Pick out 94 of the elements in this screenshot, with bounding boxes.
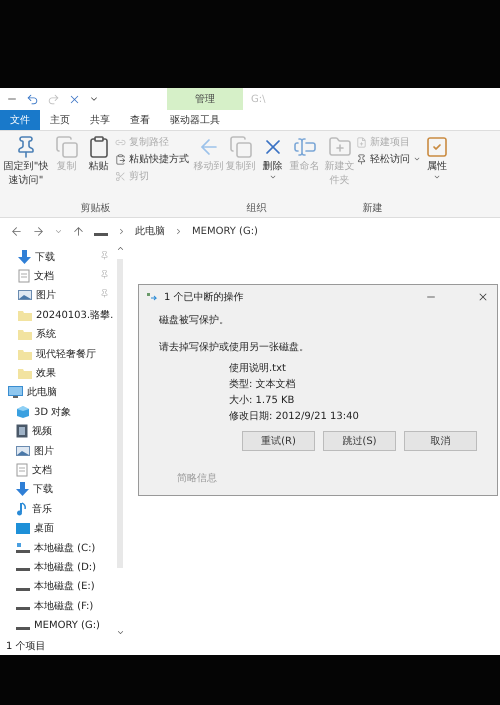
copy-icon xyxy=(54,135,78,159)
nav-item[interactable]: 本地磁盘 (F:) xyxy=(34,598,94,613)
ribbon-tab[interactable]: 文件 xyxy=(0,110,40,130)
nav-item[interactable]: 本地磁盘 (C:) xyxy=(34,540,96,555)
close-icon xyxy=(477,291,489,303)
ribbon-button[interactable]: 删除 xyxy=(257,135,288,201)
nav-item[interactable]: 下载 xyxy=(33,482,53,496)
breadcrumb[interactable]: MEMORY (G:) xyxy=(192,226,258,236)
redo-icon xyxy=(47,92,60,106)
dialog-button[interactable]: 跳过(S) xyxy=(323,431,396,451)
nav-item[interactable]: 效果 xyxy=(36,366,56,380)
nav-item[interactable]: 图片 xyxy=(34,444,54,458)
nav-item[interactable]: 系统 xyxy=(36,327,56,342)
nav-item[interactable]: 下载 xyxy=(35,250,55,264)
drive-icon xyxy=(16,542,30,554)
chevron-down-icon xyxy=(116,628,124,637)
dialog-title: 1 个已中断的操作 xyxy=(164,290,245,304)
nav-item[interactable]: 本地磁盘 (D:) xyxy=(34,560,96,574)
paste-icon xyxy=(115,154,126,164)
group-label: 新建 xyxy=(362,202,384,216)
back-icon xyxy=(10,224,23,238)
drive-icon xyxy=(16,568,30,572)
music-note-icon xyxy=(16,502,28,516)
picture-icon xyxy=(18,289,32,302)
nav-item[interactable]: 20240103.骆攀. xyxy=(36,308,114,322)
file-plus-icon xyxy=(356,136,367,148)
dialog-button[interactable]: 重试(R) xyxy=(242,431,315,451)
context-tab[interactable]: 管理 xyxy=(167,88,243,110)
file-detail: 修改日期: 2012/9/21 13:40 xyxy=(229,410,360,423)
copy-icon xyxy=(228,135,252,159)
folder-plus-icon xyxy=(328,135,352,159)
ribbon-tab[interactable]: 主页 xyxy=(40,110,80,130)
ribbon-button[interactable]: 粘贴 xyxy=(83,135,114,201)
nav-item[interactable]: 桌面 xyxy=(34,521,54,536)
instruction-text: 请去掉写保护或使用另一张磁盘。 xyxy=(159,340,310,354)
up-icon xyxy=(72,224,85,238)
ribbon-button[interactable]: 固定到"快速访问" xyxy=(2,135,50,201)
file-detail: 类型: 文本文档 xyxy=(229,378,297,391)
ribbon-tab[interactable]: 查看 xyxy=(120,110,160,130)
ribbon-button[interactable]: 粘贴快捷方式 xyxy=(115,152,189,166)
forward-icon xyxy=(32,224,45,238)
chevron-right-icon xyxy=(174,226,183,236)
status-text: 1 个项目 xyxy=(0,637,500,655)
dialog-button[interactable]: 取消 xyxy=(404,431,477,451)
nav-item[interactable]: 此电脑 xyxy=(27,385,57,400)
caret-icon xyxy=(433,173,441,181)
file-detail: 大小: 1.75 KB xyxy=(229,394,296,407)
folder-icon xyxy=(18,367,32,380)
nav-item[interactable]: 文档 xyxy=(34,269,54,284)
file-detail: 使用说明.txt xyxy=(229,362,287,375)
group-label: 组织 xyxy=(246,202,268,216)
desktop-icon xyxy=(16,522,30,534)
nav-item[interactable]: 文档 xyxy=(32,462,52,477)
check-box-icon xyxy=(425,135,449,159)
breadcrumb[interactable]: 此电脑 xyxy=(135,224,165,238)
ribbon-button[interactable]: 轻松访问 xyxy=(356,152,421,166)
nav-item[interactable]: 3D 对象 xyxy=(34,404,72,419)
folder-icon xyxy=(18,308,32,321)
drive-icon xyxy=(94,232,108,236)
film-icon xyxy=(16,424,28,438)
pin-icon xyxy=(356,154,367,164)
caret-icon xyxy=(413,155,421,163)
scrollbar[interactable] xyxy=(114,244,126,637)
nav-item[interactable]: 图片 xyxy=(36,288,56,302)
monitor-icon xyxy=(8,386,23,399)
message-text: 磁盘被写保护。 xyxy=(159,314,230,327)
drive-icon xyxy=(16,588,30,591)
drive-icon xyxy=(16,607,30,610)
group-label: 剪贴板 xyxy=(80,202,112,216)
cube-icon xyxy=(16,404,30,419)
folder-icon xyxy=(18,328,32,340)
undo-icon xyxy=(26,92,39,106)
ribbon-button[interactable]: 属性 xyxy=(425,135,449,217)
folder-icon xyxy=(18,348,32,360)
scissors-icon xyxy=(115,170,126,182)
rename-icon xyxy=(292,135,316,159)
document-icon xyxy=(18,269,30,284)
drive-icon xyxy=(16,626,30,630)
nav-item[interactable]: 音乐 xyxy=(32,502,52,516)
chevron-right-icon xyxy=(117,226,126,236)
ribbon-tab[interactable]: 驱动器工具 xyxy=(160,110,230,130)
nav-item[interactable]: 视频 xyxy=(32,424,52,438)
window-title: G:\ xyxy=(251,94,266,104)
nav-item[interactable]: MEMORY (G:) xyxy=(34,620,100,631)
download-arrow-icon xyxy=(16,482,29,496)
picture-icon xyxy=(16,444,30,457)
download-arrow-icon xyxy=(18,250,31,264)
move-icon xyxy=(147,293,159,301)
nav-item[interactable]: 现代轻奢餐厅 xyxy=(36,346,96,361)
nav-item[interactable]: 本地磁盘 (E:) xyxy=(34,579,95,594)
chevron-up-icon xyxy=(116,244,124,253)
document-icon xyxy=(16,462,28,477)
ribbon-tab[interactable]: 共享 xyxy=(80,110,120,130)
caret-icon xyxy=(268,173,276,181)
